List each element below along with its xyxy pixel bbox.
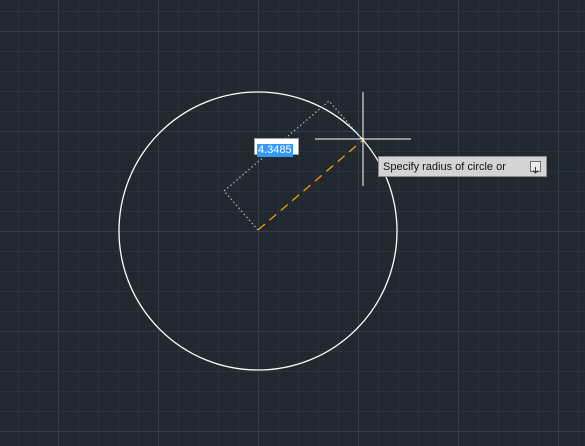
- dynamic-input-field[interactable]: 4.3485: [254, 138, 299, 157]
- prompt-text: Specify radius of circle or: [383, 160, 506, 173]
- grid: [0, 0, 585, 446]
- drawing-canvas[interactable]: 4.3485 Specify radius of circle or: [0, 0, 585, 446]
- options-button[interactable]: [530, 161, 541, 174]
- model-space[interactable]: [0, 0, 585, 446]
- radius-value[interactable]: 4.3485: [257, 144, 293, 157]
- command-prompt-tooltip: Specify radius of circle or: [378, 156, 547, 177]
- chevron-down-icon: [532, 167, 539, 174]
